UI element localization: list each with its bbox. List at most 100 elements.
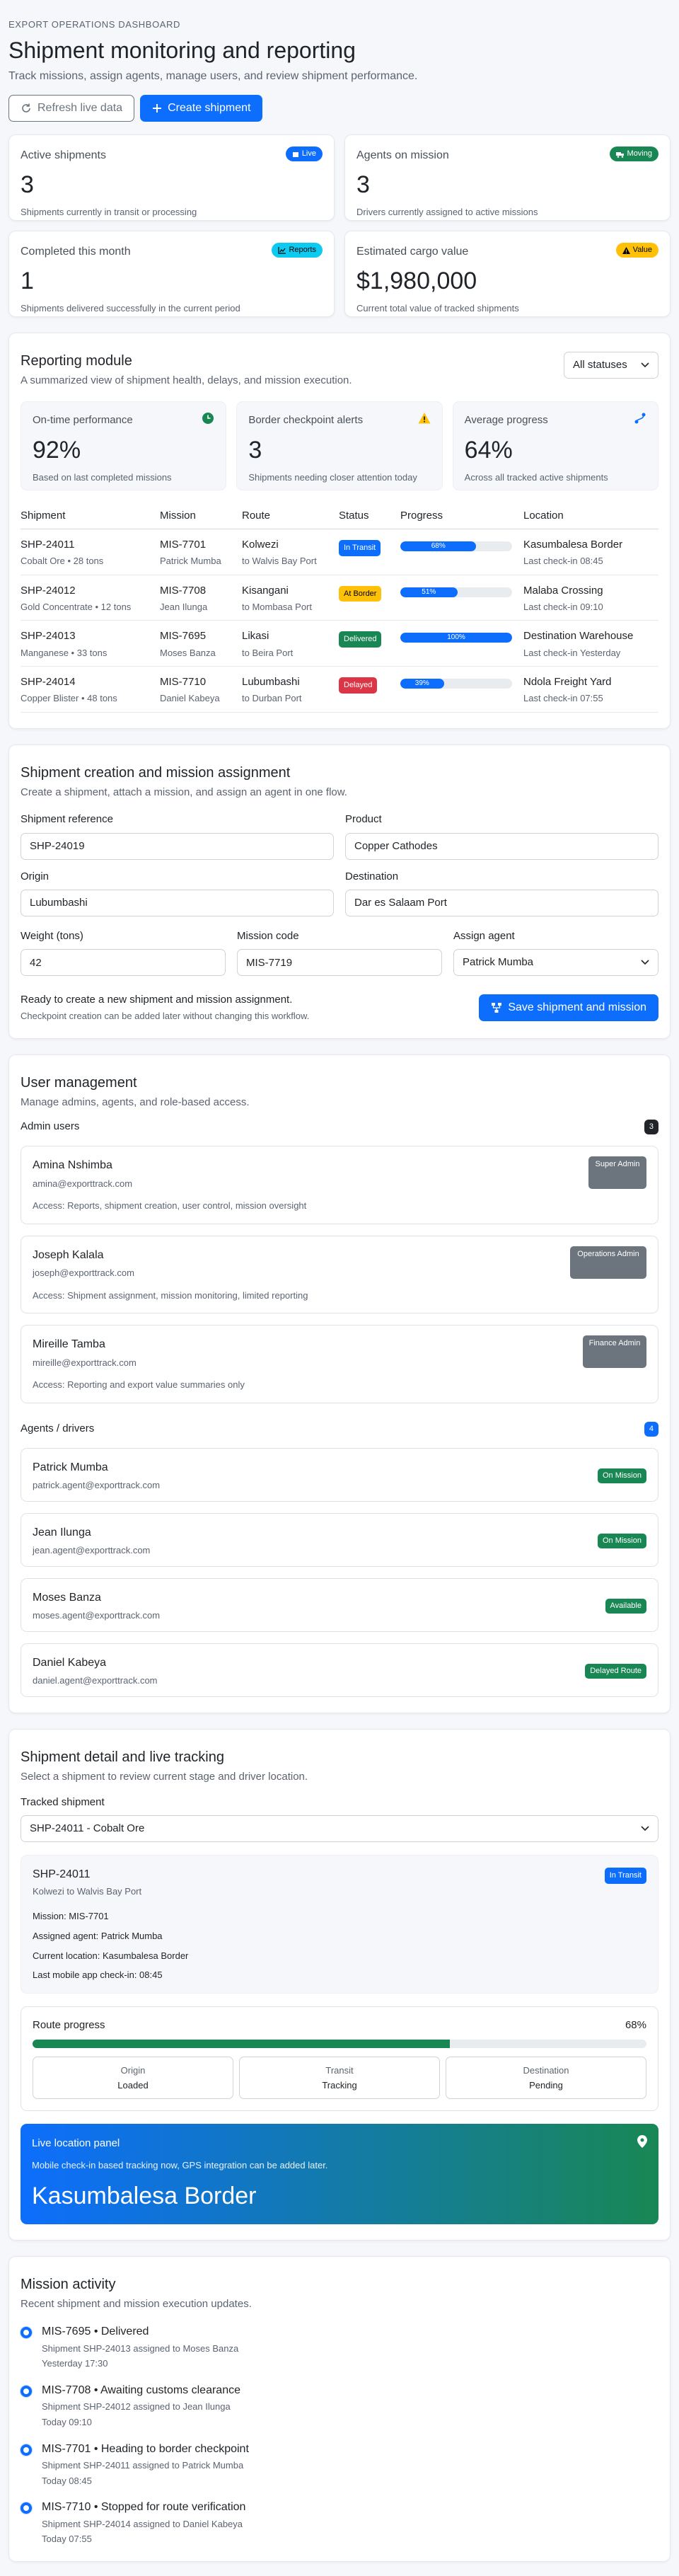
agents-header: Agents / drivers 4 (21, 1421, 658, 1437)
activity-sub: Shipment SHP-24013 assigned to Moses Ban… (42, 2342, 239, 2354)
assign-agent-select[interactable]: Patrick Mumba (453, 949, 658, 977)
save-shipment-button[interactable]: Save shipment and mission (479, 994, 658, 1021)
kpi-desc: Drivers currently assigned to active mis… (356, 206, 538, 217)
group-label: Agents / drivers (21, 1422, 95, 1435)
table-row[interactable]: SHP-24014 Copper Blister • 48 tons MIS-77… (21, 666, 658, 713)
section-title: User management (21, 1074, 137, 1091)
table-row[interactable]: SHP-24011 Cobalt Ore • 28 tons MIS-7701 Pa… (21, 529, 658, 575)
product-input[interactable] (345, 832, 658, 860)
create-shipment-button[interactable]: Create shipment (140, 95, 263, 122)
kpi-desc: Shipments delivered successfully in the … (21, 302, 240, 314)
stage-origin: Origin Loaded (33, 2056, 233, 2099)
report-card-desc: Shipments needing closer attention today (248, 471, 417, 483)
mission-id: MIS-7695 (160, 630, 207, 643)
refresh-label: Refresh live data (37, 102, 123, 115)
route-origin: Likasi (242, 630, 269, 643)
kpi-agents-on-mission: Agents on mission Moving 3 Drivers curre… (344, 134, 671, 222)
field-label: Tracked shipment (21, 1796, 105, 1809)
kpi-desc: Shipments currently in transit or proces… (21, 206, 197, 217)
section-title: Mission activity (21, 2276, 116, 2292)
cargo: Gold Concentrate • 12 tons (21, 601, 132, 612)
mission-id: MIS-7710 (160, 676, 207, 689)
section-desc: Select a shipment to review current stag… (21, 1770, 308, 1783)
page-subtitle: Track missions, assign agents, manage us… (8, 69, 418, 82)
route-dest: to Beira Port (242, 647, 294, 658)
field-label: Shipment reference (21, 813, 113, 826)
admin-user-card[interactable]: Mireille Tamba mireille@exporttrack.com … (21, 1325, 658, 1403)
agent: Daniel Kabeya (160, 693, 220, 704)
agent-status-badge: On Mission (597, 1533, 646, 1548)
progress-bar: 39% (400, 679, 512, 689)
reporting-module: Reporting module A summarized view of sh… (8, 333, 671, 730)
user-name: Mireille Tamba (33, 1338, 105, 1351)
kpi-completed: Completed this month Reports 1 Shipments… (8, 231, 335, 318)
report-cards: On-time performance 92% Based on last co… (21, 401, 658, 490)
route-origin: Kisangani (242, 584, 289, 597)
route-dest: to Walvis Bay Port (242, 556, 317, 567)
table-row[interactable]: SHP-24012 Gold Concentrate • 12 tons MIS-… (21, 575, 658, 621)
agent-name: Daniel Kabeya (33, 1656, 107, 1669)
detail-agent: Assigned agent: Patrick Mumba (33, 1931, 163, 1941)
progress-bar: 51% (400, 587, 512, 597)
shipment-reference-input[interactable] (21, 832, 334, 860)
activity-item: MIS-7701 • Heading to border checkpoint S… (21, 2442, 658, 2488)
creation-form-row-2: Weight (tons) Mission code Assign agent … (21, 929, 658, 977)
destination-input[interactable] (345, 889, 658, 916)
activity-item: MIS-7710 • Stopped for route verificatio… (21, 2500, 658, 2546)
field-label: Product (345, 813, 382, 826)
plus-icon (153, 104, 162, 113)
table-row[interactable]: SHP-24013 Manganese • 33 tons MIS-7695 Mos… (21, 620, 658, 667)
kpi-label: Active shipments (21, 149, 106, 162)
user-management-section: User management Manage admins, agents, a… (8, 1054, 671, 1713)
agent: Patrick Mumba (160, 556, 221, 567)
clock-icon (202, 412, 214, 424)
kpi-cargo-value: Estimated cargo value Value $1,980,000 C… (344, 231, 671, 318)
refresh-button[interactable]: Refresh live data (8, 95, 135, 122)
shipment-creation-section: Shipment creation and mission assignment… (8, 744, 671, 1039)
agent-card[interactable]: Patrick Mumba patrick.agent@exporttrack.… (21, 1447, 658, 1502)
timeline-dot-icon (21, 2444, 32, 2456)
weight-input[interactable] (21, 949, 226, 977)
stage-label: Origin (120, 2064, 146, 2076)
agent-email: patrick.agent@exporttrack.com (33, 1480, 161, 1491)
agent: Jean Ilunga (160, 601, 208, 612)
agent-email: jean.agent@exporttrack.com (33, 1545, 151, 1556)
tracked-shipment-select[interactable]: SHP-24011 - Cobalt Ore (21, 1815, 658, 1843)
mission-id: MIS-7708 (160, 584, 207, 597)
agent-card[interactable]: Jean Ilunga jean.agent@exporttrack.com O… (21, 1512, 658, 1567)
kpi-active-shipments: Active shipments Live 3 Shipments curren… (8, 134, 335, 222)
report-card-label: Border checkpoint alerts (248, 413, 364, 426)
admin-user-card[interactable]: Joseph Kalala joseph@exporttrack.com Acc… (21, 1235, 658, 1314)
admin-users-header: Admin users 3 (21, 1120, 658, 1134)
live-location-value: Kasumbalesa Border (32, 2182, 257, 2209)
route-progress-fill (33, 2039, 451, 2048)
detail-status-badge: In Transit (604, 1868, 646, 1885)
group-label: Admin users (21, 1120, 80, 1133)
shipment-id: SHP-24014 (21, 676, 76, 689)
user-email: mireille@exporttrack.com (33, 1357, 137, 1368)
route-progress-value: 68% (625, 2018, 646, 2031)
user-name: Amina Nshimba (33, 1158, 112, 1171)
report-card-label: Average progress (464, 413, 548, 426)
mission-code-input[interactable] (237, 949, 442, 977)
detail-route: Kolwezi to Walvis Bay Port (33, 1885, 142, 1897)
activity-time: Today 07:55 (42, 2534, 92, 2545)
agent-card[interactable]: Daniel Kabeya daniel.agent@exporttrack.c… (21, 1643, 658, 1697)
status-filter-select[interactable]: All statuses (564, 352, 658, 379)
agent-status-badge: Available (605, 1598, 646, 1614)
agent-name: Jean Ilunga (33, 1526, 91, 1539)
detail-checkin: Last mobile app check-in: 08:45 (33, 1970, 163, 1981)
origin-input[interactable] (21, 889, 334, 916)
report-card-value: 64% (464, 436, 513, 464)
field-label: Destination (345, 870, 399, 882)
kpi-desc: Current total value of tracked shipments (356, 302, 519, 314)
status-badge: In Transit (339, 539, 381, 556)
mission-id: MIS-7701 (160, 538, 207, 551)
admin-user-card[interactable]: Amina Nshimba amina@exporttrack.com Acce… (21, 1145, 658, 1224)
agent-card[interactable]: Moses Banza moses.agent@exporttrack.com … (21, 1577, 658, 1632)
value-badge: Value (615, 243, 658, 258)
agent-name: Moses Banza (33, 1591, 101, 1604)
checkin: Last check-in 08:45 (523, 556, 603, 567)
col-location: Location (523, 502, 658, 529)
location: Malaba Crossing (523, 584, 603, 597)
